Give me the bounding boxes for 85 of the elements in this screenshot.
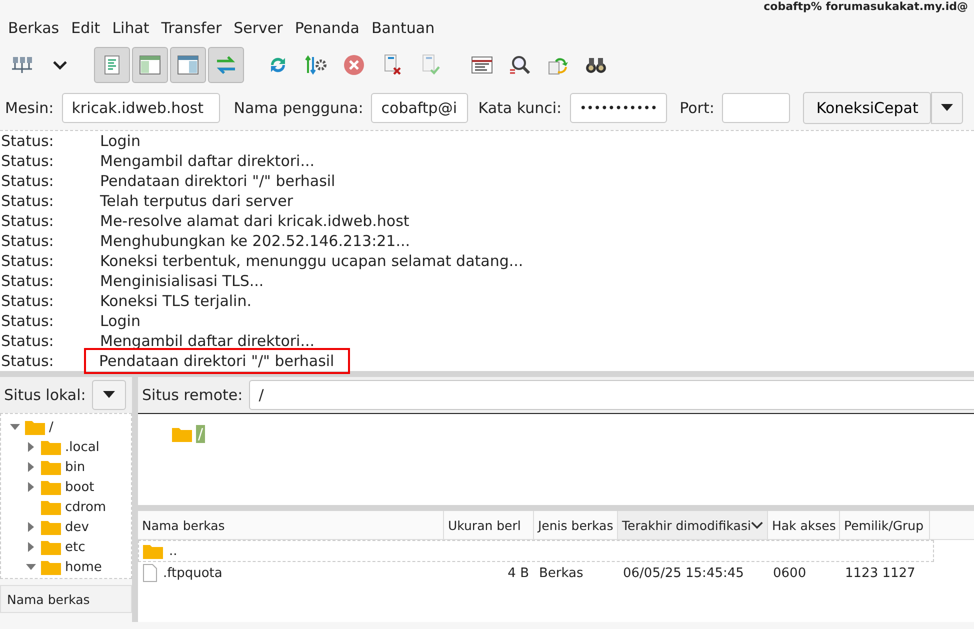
quickconnect-button[interactable]: KoneksiCepat: [803, 92, 932, 124]
log-type: Status:: [0, 332, 55, 350]
host-label: Mesin:: [5, 99, 54, 117]
column-header[interactable]: Hak akses: [768, 511, 840, 539]
log-type: Status:: [0, 232, 55, 250]
caret-icon: [941, 104, 954, 112]
log-type: Status:: [0, 272, 55, 290]
gear-arrows-icon: [304, 53, 328, 77]
log-message: Me-resolve alamat dari kricak.idweb.host: [99, 212, 410, 230]
password-label: Kata kunci:: [478, 99, 562, 117]
remote-site-label: Situs remote:: [142, 386, 243, 404]
dropdown-button[interactable]: [931, 92, 964, 124]
log-type: Status:: [0, 172, 55, 190]
window-right-pane-icon: [176, 53, 200, 77]
remote-path-field[interactable]: /: [248, 380, 974, 410]
log-message: Telah terputus dari server: [99, 192, 294, 210]
menu-item[interactable]: Penanda: [288, 19, 366, 37]
log-message: Mengambil daftar direktori...: [99, 152, 316, 170]
menu-item[interactable]: Lihat: [106, 19, 156, 37]
table-cell: 4 B: [508, 566, 529, 580]
username-field[interactable]: cobaftp@i: [371, 93, 468, 123]
menu-item[interactable]: Edit: [65, 19, 106, 37]
table-cell: 0600: [773, 566, 806, 580]
tree-item[interactable]: cdrom: [65, 500, 106, 514]
log-message: Login: [99, 132, 142, 150]
column-header[interactable]: Pemilik/Grup: [840, 511, 930, 539]
local-site-dropdown[interactable]: [92, 380, 126, 410]
folder-icon: [41, 559, 61, 575]
log-message: Menghubungkan ke 202.52.146.213:21...: [99, 232, 412, 250]
log-type: Status:: [0, 312, 55, 330]
log-type: Status:: [0, 192, 55, 210]
log-type: Status:: [0, 152, 55, 170]
cancel-icon: [342, 53, 366, 77]
username-label: Nama pengguna:: [234, 99, 364, 117]
log-message: Koneksi terbentuk, menunggu ucapan selamat datang...: [99, 252, 524, 270]
table-cell: 06/05/25 15:45:45: [623, 566, 744, 580]
password-field[interactable]: •••••••••••: [570, 93, 667, 123]
column-header[interactable]: Terakhir dimodifikasi: [618, 511, 768, 539]
folder-icon: [41, 539, 61, 555]
magnifier-icon: [508, 53, 532, 77]
table-cell: Berkas: [539, 566, 584, 580]
log-message: Mengambil daftar direktori...: [99, 332, 316, 350]
folder-icon: [172, 426, 192, 442]
window-title: cobaftp% forumasukakat.my.id@: [764, 0, 968, 14]
folder-icon: [41, 459, 61, 475]
column-header[interactable]: Nama berkas: [138, 511, 444, 539]
tree-item[interactable]: home: [65, 560, 102, 574]
log-message: Login: [99, 312, 142, 330]
menu-item[interactable]: Berkas: [2, 19, 66, 37]
menu-item[interactable]: Bantuan: [366, 19, 441, 37]
tree-item[interactable]: .local: [65, 440, 100, 454]
log-type: Status:: [0, 252, 55, 270]
file-icon: [143, 564, 157, 582]
tree-item[interactable]: /: [49, 420, 54, 434]
highlighted-log-message: Pendataan direktori "/" berhasil: [86, 350, 348, 372]
folder-icon: [143, 543, 163, 559]
table-cell: ..: [169, 544, 178, 558]
log-message: Menginisialisasi TLS...: [99, 272, 265, 290]
caret-icon: [102, 391, 115, 399]
folder-icon: [41, 439, 61, 455]
tree-item[interactable]: dev: [65, 520, 89, 534]
log-type: Status:: [0, 352, 55, 370]
folder-icon: [41, 519, 61, 535]
column-header[interactable]: Ukuran berl: [444, 511, 534, 539]
tree-item[interactable]: etc: [65, 540, 86, 554]
folder-icon: [41, 479, 61, 495]
window-left-pane-icon: [138, 53, 162, 77]
tree-item[interactable]: bin: [65, 460, 86, 474]
log-message: Koneksi TLS terjalin.: [99, 292, 252, 310]
log-type: Status:: [0, 212, 55, 230]
menu-item[interactable]: Transfer: [155, 19, 228, 37]
folder-icon: [25, 419, 45, 435]
host-field[interactable]: kricak.idweb.host: [62, 93, 220, 123]
port-label: Port:: [680, 99, 714, 117]
menu-item[interactable]: Server: [228, 19, 289, 37]
folder-icon: [41, 499, 61, 515]
column-header[interactable]: Nama berkas: [0, 585, 132, 613]
log-type: Status:: [0, 292, 55, 310]
tree-item[interactable]: boot: [65, 480, 94, 494]
log-message: Pendataan direktori "/" berhasil: [99, 172, 336, 190]
log-type: Status:: [0, 132, 55, 150]
local-site-label: Situs lokal:: [4, 386, 86, 404]
table-cell: 1123 1127: [845, 566, 916, 580]
table-cell: .ftpquota: [163, 566, 222, 580]
port-field[interactable]: [722, 93, 790, 123]
